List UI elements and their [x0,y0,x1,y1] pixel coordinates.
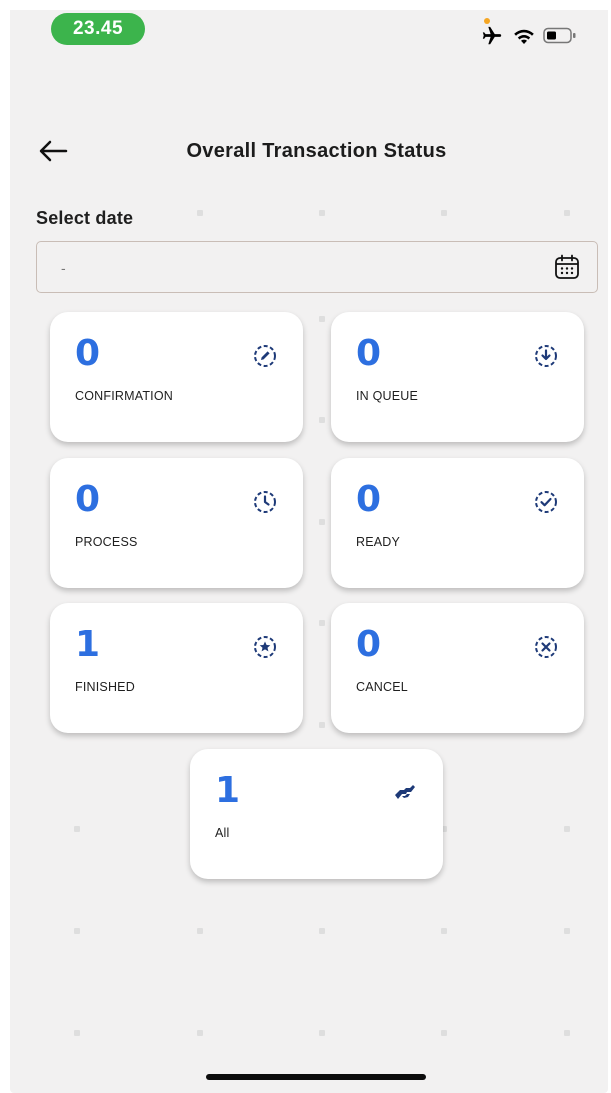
select-date-label: Select date [36,208,134,228]
date-value: - [61,260,66,276]
home-indicator [206,1074,426,1080]
privacy-indicator-dot [484,18,490,24]
card-count: 1 [75,624,101,665]
status-card-in-queue[interactable]: 0 IN QUEUE [331,312,584,442]
page-title: Overall Transaction Status [0,140,611,163]
star-circle-icon [254,636,276,658]
card-label: CANCEL [356,680,408,694]
card-label: PROCESS [75,535,138,549]
status-card-cancel[interactable]: 0 CANCEL [331,603,584,733]
status-card-process[interactable]: 0 PROCESS [50,458,303,588]
page-title-text: Overall Transaction Status [186,140,447,162]
status-card-confirmation[interactable]: 0 CONFIRMATION [50,312,303,442]
card-count: 0 [75,479,101,520]
card-count: 0 [356,479,382,520]
card-count: 1 [215,770,241,811]
x-circle-icon [535,636,557,658]
card-label: All [215,826,230,840]
card-label: CONFIRMATION [75,389,173,403]
card-label: IN QUEUE [356,389,419,403]
battery-icon [543,27,576,44]
handshake-icon [395,785,415,799]
status-card-finished[interactable]: 1 FINISHED [50,603,303,733]
card-count: 0 [356,624,382,665]
status-time: 23.45 [51,13,145,45]
card-label: FINISHED [75,680,135,694]
clock-circle-icon [254,491,276,513]
status-card-ready[interactable]: 0 READY [331,458,584,588]
card-count: 0 [356,333,382,374]
status-card-all[interactable]: 1 All [190,749,443,879]
card-count: 0 [75,333,101,374]
pencil-circle-icon [254,345,276,367]
download-circle-icon [535,345,557,367]
card-label: READY [356,535,401,549]
wifi-icon [514,29,534,44]
date-picker-field[interactable]: - [36,241,598,293]
check-circle-icon [535,491,557,513]
airplane-icon [482,26,502,45]
calendar-icon[interactable] [554,254,580,280]
